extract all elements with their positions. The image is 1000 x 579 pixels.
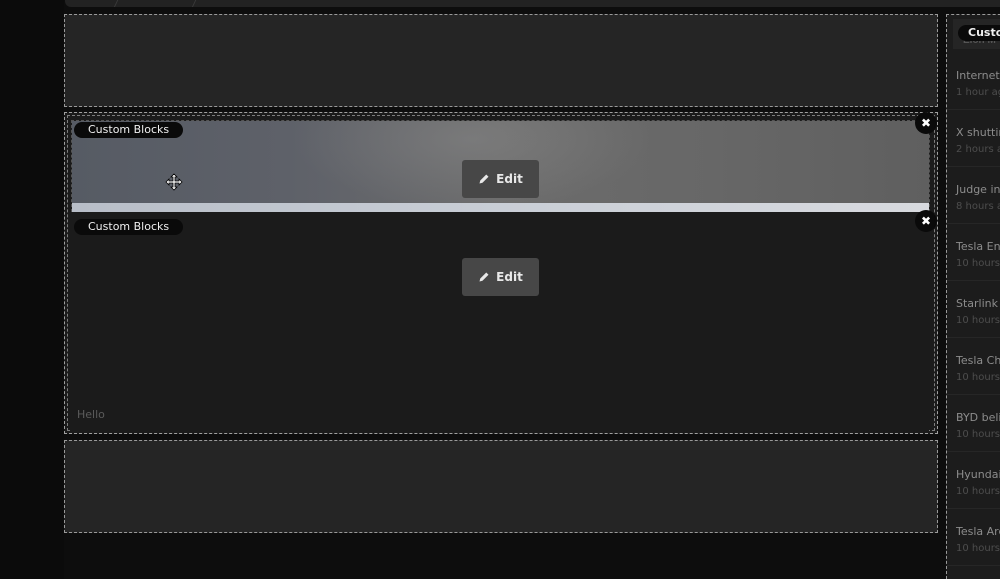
block-divider-strip [72, 203, 929, 212]
news-title[interactable]: Tesla Chi [956, 354, 1000, 368]
news-item[interactable]: Starlink e 10 hours ago [947, 281, 1000, 338]
block-type-badge: Custom Blocks [958, 25, 1000, 41]
top-toolbar [65, 0, 1000, 7]
news-time: 10 hours ago [956, 486, 1000, 497]
news-item[interactable]: Tesla Chi 10 hours ago [947, 338, 1000, 395]
page-builder-canvas: Custom Blocks Edit Custom Blocks Edit He… [0, 0, 1000, 579]
remove-block-1-button[interactable]: ✖ [915, 112, 937, 134]
news-time: 10 hours ago [956, 429, 1000, 440]
left-gutter [0, 0, 64, 579]
news-title[interactable]: Internet T [956, 69, 1000, 83]
block-type-badge: Custom Blocks [74, 122, 184, 138]
edit-button-label: Edit [496, 172, 523, 186]
news-sidebar: Elon M Custom Blocks Internet T 1 hour ag… [946, 14, 1000, 579]
news-time: 10 hours ago [956, 258, 1000, 269]
news-time: 10 hours ago [956, 315, 1000, 326]
news-time: 8 hours ago [956, 201, 1000, 212]
news-title[interactable]: X shutting [956, 126, 1000, 140]
news-title[interactable]: Starlink e [956, 297, 1000, 311]
news-item[interactable]: BYD belie 10 hours ago [947, 395, 1000, 452]
move-cursor-icon [165, 173, 183, 191]
content-region[interactable]: Custom Blocks Edit Custom Blocks Edit He… [64, 112, 938, 434]
news-time: 2 hours ago [956, 144, 1000, 155]
pencil-icon [479, 174, 489, 184]
news-title[interactable]: Hyundai' [956, 468, 1000, 482]
drop-zone-bottom[interactable] [64, 440, 938, 533]
news-list: Internet T 1 hour ago X shutting 2 hours a… [947, 53, 1000, 566]
block-content-text: Hello [77, 408, 105, 421]
remove-block-2-button[interactable]: ✖ [915, 210, 937, 232]
news-item[interactable]: Tesla Arc 10 hours ago [947, 509, 1000, 566]
sidebar-header: Elon M Custom Blocks [953, 19, 1000, 49]
custom-block-2[interactable]: Custom Blocks Edit Hello [72, 213, 929, 431]
news-item[interactable]: Internet T 1 hour ago [947, 53, 1000, 110]
news-time: 10 hours ago [956, 543, 1000, 554]
news-item[interactable]: Hyundai' 10 hours ago [947, 452, 1000, 509]
news-item[interactable]: Tesla Ene 10 hours ago [947, 224, 1000, 281]
news-title[interactable]: Tesla Ene [956, 240, 1000, 254]
edit-block-button[interactable]: Edit [462, 160, 539, 198]
news-title[interactable]: BYD belie [956, 411, 1000, 425]
news-item[interactable]: Judge in 8 hours ago [947, 167, 1000, 224]
edit-block-button[interactable]: Edit [462, 258, 539, 296]
close-icon: ✖ [920, 116, 932, 130]
news-time: 1 hour ago [956, 87, 1000, 98]
close-icon: ✖ [920, 214, 932, 228]
news-title[interactable]: Tesla Arc [956, 525, 1000, 539]
edit-button-label: Edit [496, 270, 523, 284]
block-type-badge: Custom Blocks [74, 219, 184, 235]
news-title[interactable]: Judge in [956, 183, 1000, 197]
news-item[interactable]: X shutting 2 hours ago [947, 110, 1000, 167]
toolbar-divider [113, 0, 122, 7]
news-time: 10 hours ago [956, 372, 1000, 383]
pencil-icon [479, 272, 489, 282]
custom-block-1[interactable]: Custom Blocks Edit [71, 120, 930, 212]
drop-zone-top[interactable] [64, 14, 938, 107]
toolbar-divider [191, 0, 200, 7]
